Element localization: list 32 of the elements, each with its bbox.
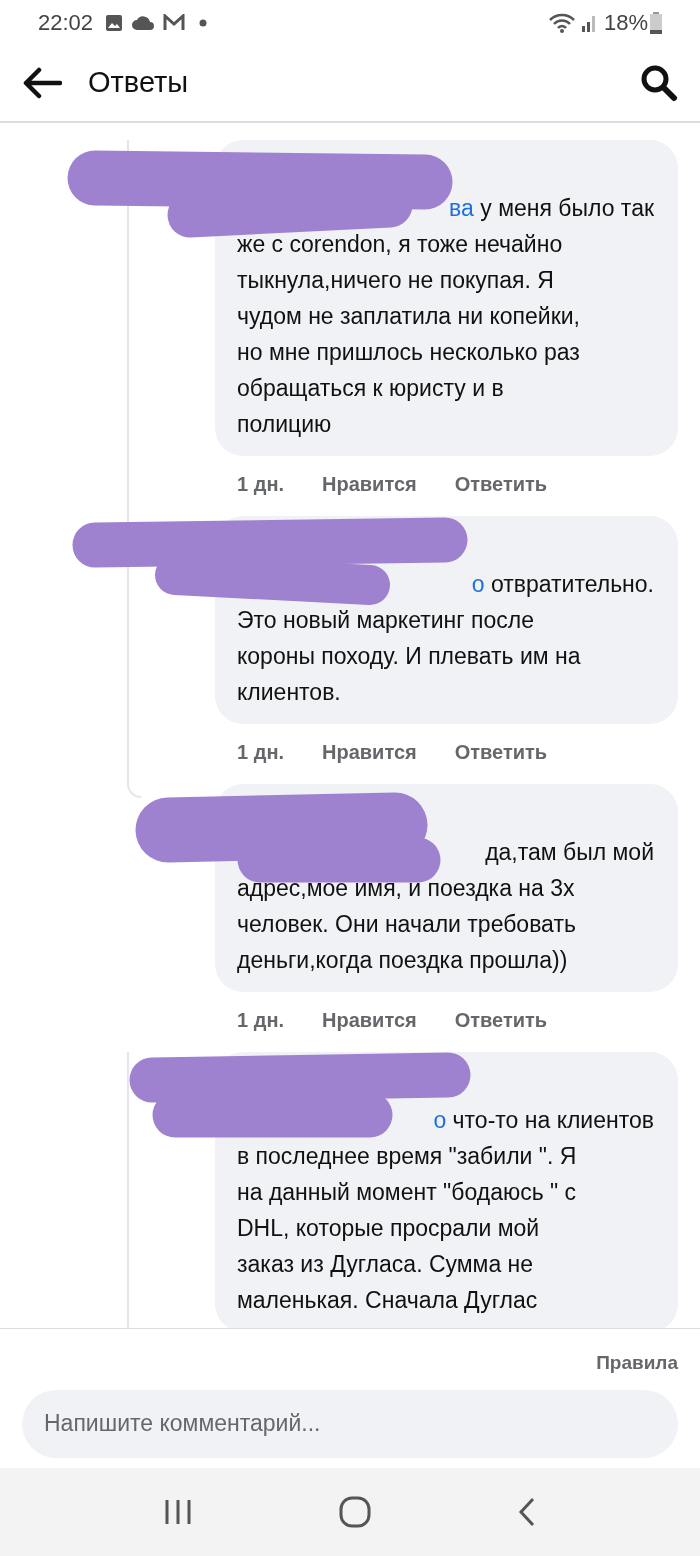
action-link[interactable]: Ответить	[454, 469, 548, 499]
comment-time: 1 дн.	[237, 472, 284, 497]
wifi-icon	[547, 11, 576, 34]
mention-link[interactable]: о	[433, 1107, 447, 1133]
image-icon	[105, 13, 124, 32]
action-link[interactable]: Ответить	[454, 1005, 548, 1035]
comment-time: 1 дн.	[237, 740, 284, 765]
battery-percent: 18%	[603, 9, 648, 37]
status-time: 22:02	[38, 9, 94, 37]
comment-text: да,там был мой адрес,мое имя, и поездка на 3х человек. Они начали требовать деньги,когда поездка прошла))	[237, 838, 655, 975]
back-icon[interactable]	[517, 1496, 537, 1528]
action-link[interactable]: Нравится	[322, 737, 417, 767]
action-link[interactable]: Нравится	[322, 1005, 417, 1035]
mail-icon	[163, 13, 186, 32]
search-icon[interactable]	[640, 64, 678, 102]
cloud-icon	[131, 14, 156, 31]
dot-icon	[199, 18, 208, 27]
home-icon[interactable]	[339, 1496, 371, 1528]
comment-text: ва у меня было так же с corendon, я тоже нечайно тыкнула,ничего не покупая. Я чудом не заплатила ни копейки, но мне пришлось несколько раз обращаться к юристу и в полицию	[237, 194, 655, 439]
action-link[interactable]: Ответить	[454, 737, 548, 767]
mention-link[interactable]: о	[471, 571, 485, 597]
battery-icon	[650, 11, 662, 34]
page-title: Ответы	[88, 65, 189, 101]
back-arrow-icon[interactable]	[22, 67, 62, 99]
comment-text: о что-то на клиентов в последнее время "забили ". Я на данный момент "бодаюсь " с DHL, которые просрали мой заказ из Дугласа. Сумма не маленькая. Сначала Дуглас	[237, 1106, 655, 1315]
mention-link[interactable]: ва	[449, 195, 474, 221]
rules-link[interactable]: Правила	[596, 1349, 678, 1378]
comment-time: 1 дн.	[237, 1008, 284, 1033]
recent-apps-icon[interactable]	[163, 1498, 193, 1526]
action-link[interactable]: Нравится	[322, 469, 417, 499]
comment-text: о отвратительно. Это новый маркетинг после короны походу. И плевать им на клиентов.	[237, 570, 655, 707]
comment-input-field[interactable]: Напишите комментарий...	[22, 1389, 678, 1458]
